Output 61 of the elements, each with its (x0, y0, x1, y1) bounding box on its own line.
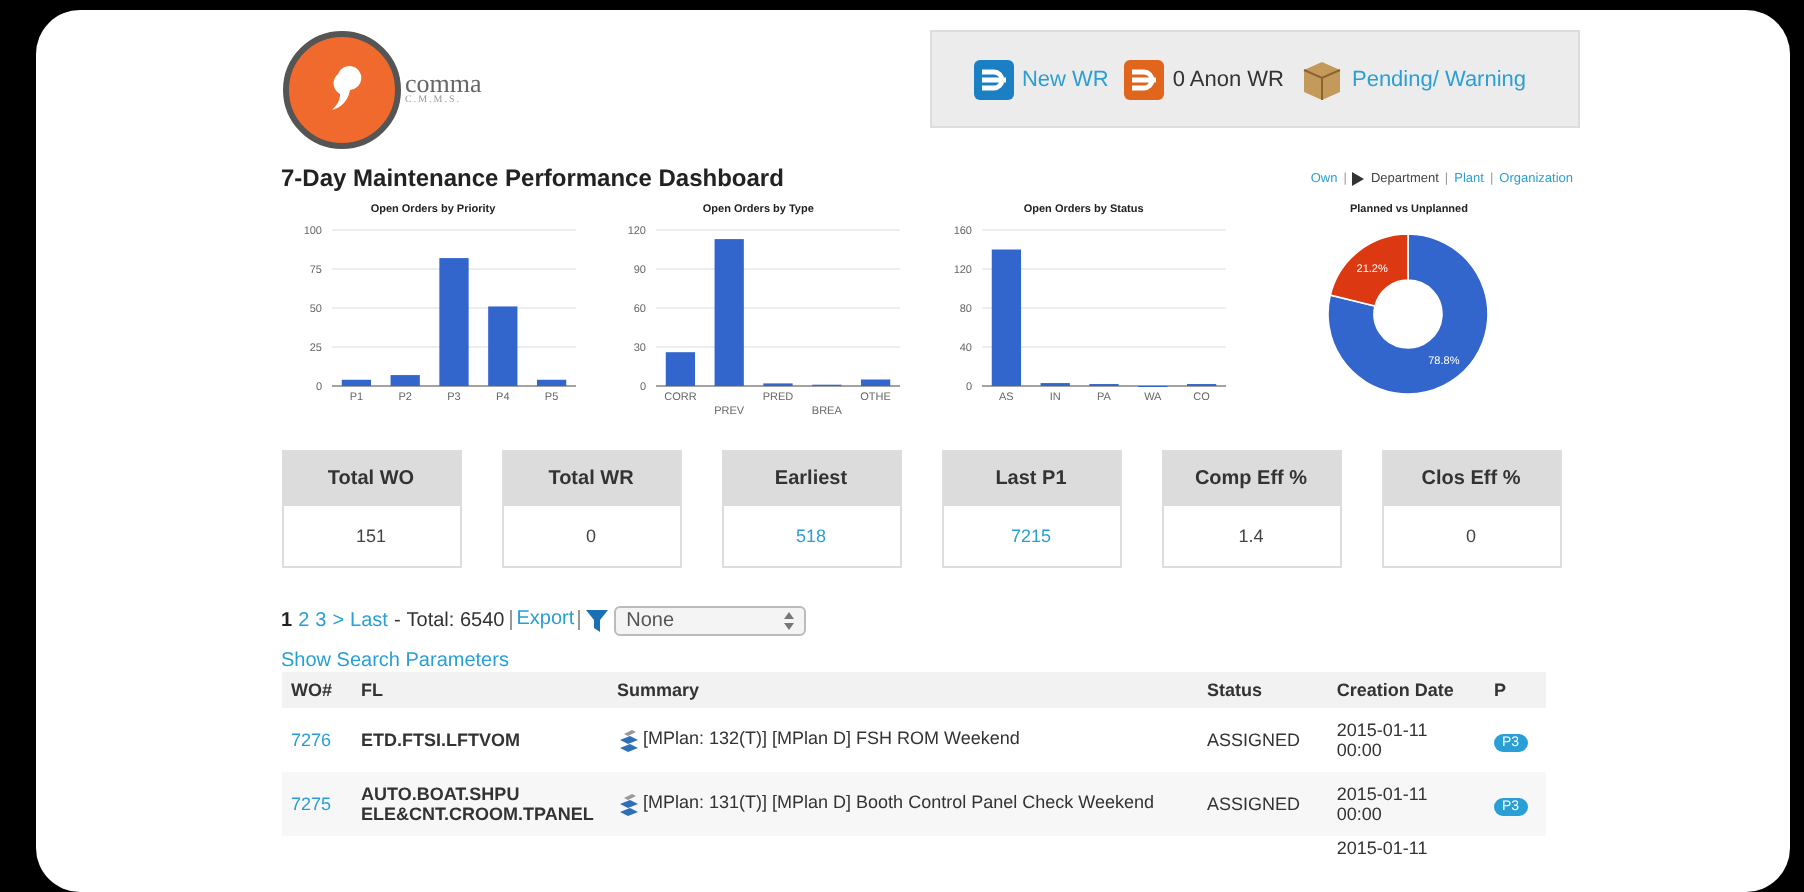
separator-text: - (393, 609, 401, 631)
column-header: Summary (607, 672, 1198, 708)
table-cell: [MPlan: 131(T)] [MPlan D] Booth Control Panel Check Weekend (643, 792, 1154, 813)
plan-icon (617, 793, 640, 816)
bar (535, 379, 566, 386)
action-label: 0 Anon WR (1172, 67, 1284, 91)
bar (991, 249, 1021, 386)
logo-name: comma (405, 69, 482, 95)
stat-label: Total WR (503, 452, 679, 506)
action-link[interactable]: Pending/ Warning (1351, 67, 1527, 91)
stat-label: Earliest (723, 452, 899, 506)
bar (487, 306, 517, 386)
search-parameters-link[interactable]: Show Search Parameters (281, 650, 1561, 672)
plan-icon (617, 729, 640, 752)
filter-dropdown[interactable]: None (614, 605, 807, 635)
column-header: WO# (281, 672, 352, 708)
table-cell: ETD.FTSI.LFTVOM (361, 730, 521, 750)
table-cell-text: 2015-01-11 00:00 (1336, 720, 1430, 760)
column-header: P (1484, 672, 1545, 708)
total-text: Total: 6540 (406, 609, 505, 631)
table-cell-text: 2015-01-11 (1336, 838, 1430, 858)
bar (389, 375, 419, 386)
bar (666, 352, 696, 386)
logo-icon (281, 30, 401, 150)
table-cell: ASSIGNED (1207, 730, 1301, 750)
action-link[interactable]: New WR (1021, 67, 1109, 91)
stat-value: 0 (1465, 526, 1476, 546)
table-cell: AUTO.BOAT.SHPU ELE&CNT.CROOM.TPANEL (361, 784, 594, 824)
stat-value: 1.4 (1238, 526, 1264, 546)
export-link[interactable]: Export (516, 608, 575, 630)
box-icon (1299, 57, 1344, 101)
stat-link[interactable]: 7215 (1010, 526, 1052, 546)
stat-label: Last P1 (943, 452, 1119, 506)
column-header: Status (1197, 672, 1327, 708)
bar (438, 258, 468, 386)
work-order-link[interactable]: 7275 (291, 794, 332, 814)
bar (340, 379, 371, 386)
column-header: Creation Date (1326, 672, 1484, 708)
caret-icon (784, 611, 795, 629)
stat-label: Clos Eff % (1383, 452, 1559, 506)
plug-icon (973, 59, 1014, 99)
stat-label: Comp Eff % (1163, 452, 1339, 506)
play-icon (1352, 171, 1365, 185)
bar (861, 379, 891, 386)
filter-icon (586, 609, 609, 631)
stat-link[interactable]: 518 (795, 526, 827, 546)
next-page-link[interactable]: > (332, 609, 345, 631)
column-header: FL (351, 672, 608, 708)
stat-value: 0 (585, 526, 596, 546)
table-cell: [MPlan: 132(T)] [MPlan D] FSH ROM Weekend (643, 728, 1020, 749)
last-page-link[interactable]: Last (350, 609, 388, 631)
page-link[interactable]: 3 (315, 609, 327, 631)
work-order-link[interactable]: 7276 (291, 730, 332, 750)
page-link[interactable]: 1 (281, 609, 293, 631)
stat-value: 151 (355, 526, 387, 546)
table-cell-text: 2015-01-11 00:00 (1336, 784, 1430, 824)
plug-icon (1124, 59, 1165, 99)
stat-label: Total WO (283, 452, 459, 506)
table-cell: ASSIGNED (1207, 794, 1301, 814)
dashboard-title: 7-Day Maintenance Performance Dashboard (281, 164, 784, 192)
page-link[interactable]: 2 (298, 609, 310, 631)
